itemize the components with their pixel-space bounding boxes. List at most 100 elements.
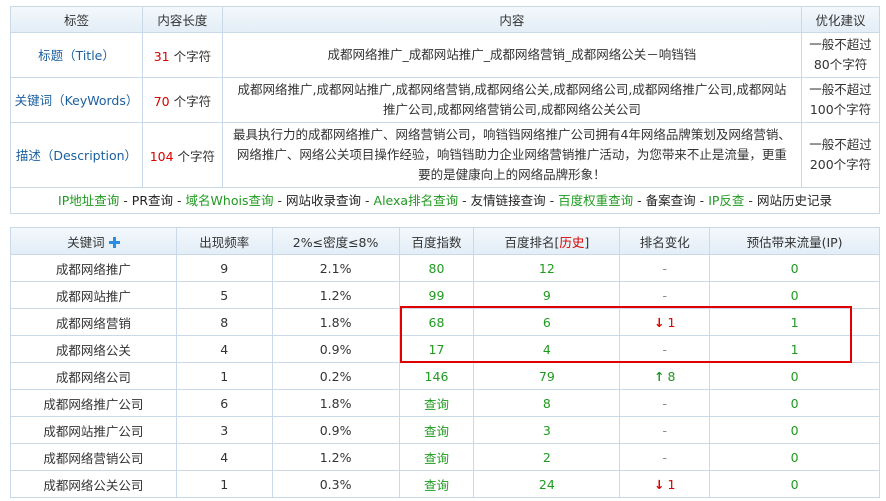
baidu-index-cell: 80 [398,254,475,282]
baidu-rank-cell: 24 [473,470,621,498]
link-whois-lookup[interactable]: 域名Whois查询 [186,193,274,208]
traffic-cell: 0 [709,443,880,471]
baidu-index-cell[interactable]: 查询 [398,443,475,471]
frequency-cell: 4 [175,443,273,471]
density-cell: 1.8% [271,389,400,417]
traffic-cell: 0 [709,362,880,390]
rank-change-none: - [662,341,667,357]
rank-change-cell: - [619,254,711,282]
density-cell: 1.8% [271,308,400,336]
tool-links-row: IP地址查询 - PR查询 - 域名Whois查询 - 网站收录查询 - Alexa排名查询 - 友… [10,187,880,214]
keywords-length: 70 个字符 [141,77,223,123]
seo-row-description: 描述（Description） 104 个字符 最具执行力的成都网络推广、网络营… [10,122,880,188]
frequency-cell: 6 [175,389,273,417]
link-separator: - [365,193,370,208]
rank-change-none: - [662,287,667,303]
frequency-cell: 4 [175,335,273,363]
title-length-unit: 个字符 [173,48,212,64]
link-index-lookup[interactable]: 网站收录查询 [286,193,361,208]
rank-history-link[interactable]: 历史 [559,235,584,250]
table-row: 成都网站推广公司 3 0.9% 查询 3-0 [10,416,880,444]
table-row: 成都网络推广 9 2.1% 80 12 - 0 [10,254,880,282]
rank-change-cell: - [619,281,711,309]
description-length-value: 104 [149,148,174,164]
keyword-cell: 成都网络营销公司 [10,443,177,471]
rank-change-cell: - [619,335,711,363]
keyword-cell: 成都网络公关公司 [10,470,177,498]
density-cell: 0.3% [271,470,400,498]
density-cell: 0.9% [271,416,400,444]
link-separator: - [637,193,642,208]
link-separator: - [277,193,282,208]
link-separator: - [748,193,753,208]
frequency-cell: 8 [175,308,273,336]
keywords-length-value: 70 [153,93,170,109]
link-separator: - [549,193,555,208]
title-length: 31 个字符 [141,32,223,78]
header-label: 标签 [10,6,143,33]
description-content: 最具执行力的成都网络推广、网络营销公司，响铛铛网络推广公司拥有4年网络品牌策划及… [221,122,803,188]
table-row: 成都网络公关公司 1 0.3% 查询 24 ↓ 1 0 [10,470,880,498]
table-row: 成都网络营销 8 1.8% 68 6 ↓ 1 1 [10,308,880,336]
traffic-cell: 0 [709,416,880,444]
keyword-cell: 成都网络推广 [10,254,177,282]
link-alexa-lookup[interactable]: Alexa排名查询 [374,193,459,208]
traffic-cell: 1 [709,308,880,336]
baidu-rank-cell: 79 [473,362,621,390]
baidu-rank-cell: 9 [473,281,621,309]
description-advice: 一般不超过200个字符 [801,122,880,188]
table-row: 成都网络营销公司 4 1.2% 查询 2 - 0 [10,443,880,471]
density-cell: 1.2% [271,281,400,309]
keyword-cell: 成都网站推广公司 [10,416,177,444]
keyword-cell: 成都网络公司 [10,362,177,390]
link-ip-lookup[interactable]: IP地址查询 [58,193,119,208]
link-icp-lookup[interactable]: 备案查询 [646,193,696,208]
header-rank-change: 排名变化 [619,227,711,255]
density-cell: 0.9% [271,335,400,363]
baidu-rank-cell: 4 [473,335,621,363]
traffic-cell: 0 [709,389,880,417]
header-advice: 优化建议 [801,6,880,33]
header-keyword-label: 关键词 [67,234,105,250]
header-rank-suffix: ] [584,234,590,250]
keyword-cell: 成都网络营销 [10,308,177,336]
rank-change-cell: - [619,416,711,444]
keyword-table-header: 关键词 出现频率 2%≤密度≤8% 百度指数 百度排名[历史] 排名变化 预估带… [10,227,880,255]
link-baidu-weight-lookup[interactable]: 百度权重查询 [558,193,633,208]
header-content: 内容 [221,6,803,33]
baidu-index-cell[interactable]: 查询 [398,416,475,444]
rank-change-cell: - [619,389,711,417]
rank-change-value: 8 [667,368,676,384]
table-row: 成都网站推广 5 1.2% 99 9-0 [10,281,880,309]
seo-meta-header: 标签 内容长度 内容 优化建议 [10,6,880,33]
add-keyword-plus-icon[interactable] [108,236,120,248]
density-cell: 2.1% [271,254,400,282]
arrow-down-icon: ↓ [653,314,665,330]
rank-change-none: - [662,260,667,276]
traffic-cell: 0 [709,470,880,498]
keyword-cell: 成都网站推广 [10,281,177,309]
baidu-index-cell[interactable]: 查询 [398,389,475,417]
description-length-unit: 个字符 [177,148,216,164]
keyword-table-body: 成都网络推广 9 2.1% 80 12-0 成都网站推广 5 1.2% 99 9-0 成都网络营销 8… [10,254,880,498]
baidu-rank-cell: 2 [473,443,621,471]
header-frequency: 出现频率 [175,227,273,255]
table-row: 成都网络公司 1 0.2% 146 79 ↑ 8 0 [10,362,880,390]
link-pr-lookup[interactable]: PR查询 [132,193,173,208]
table-row: 成都网络推广公司 6 1.8% 查询 8 - 0 [10,389,880,417]
frequency-cell: 3 [175,416,273,444]
link-site-history[interactable]: 网站历史记录 [757,193,832,208]
baidu-rank-cell: 12 [473,254,621,282]
header-baidu-rank: 百度排名[历史] [473,227,621,255]
link-friendlink-lookup[interactable]: 友情链接查询 [471,193,546,208]
frequency-cell: 1 [175,470,273,498]
frequency-cell: 1 [175,362,273,390]
rank-change-cell: ↓ 1 [619,308,711,336]
header-length: 内容长度 [141,6,223,33]
link-ip-reverse[interactable]: IP反查 [708,193,744,208]
keywords-content: 成都网络推广,成都网站推广,成都网络营销,成都网络公关,成都网络公司,成都网络推… [221,77,803,123]
title-label: 标题（Title） [10,32,143,78]
link-separator: - [123,193,128,208]
baidu-index-cell[interactable]: 查询 [398,470,475,498]
traffic-cell: 0 [709,281,880,309]
